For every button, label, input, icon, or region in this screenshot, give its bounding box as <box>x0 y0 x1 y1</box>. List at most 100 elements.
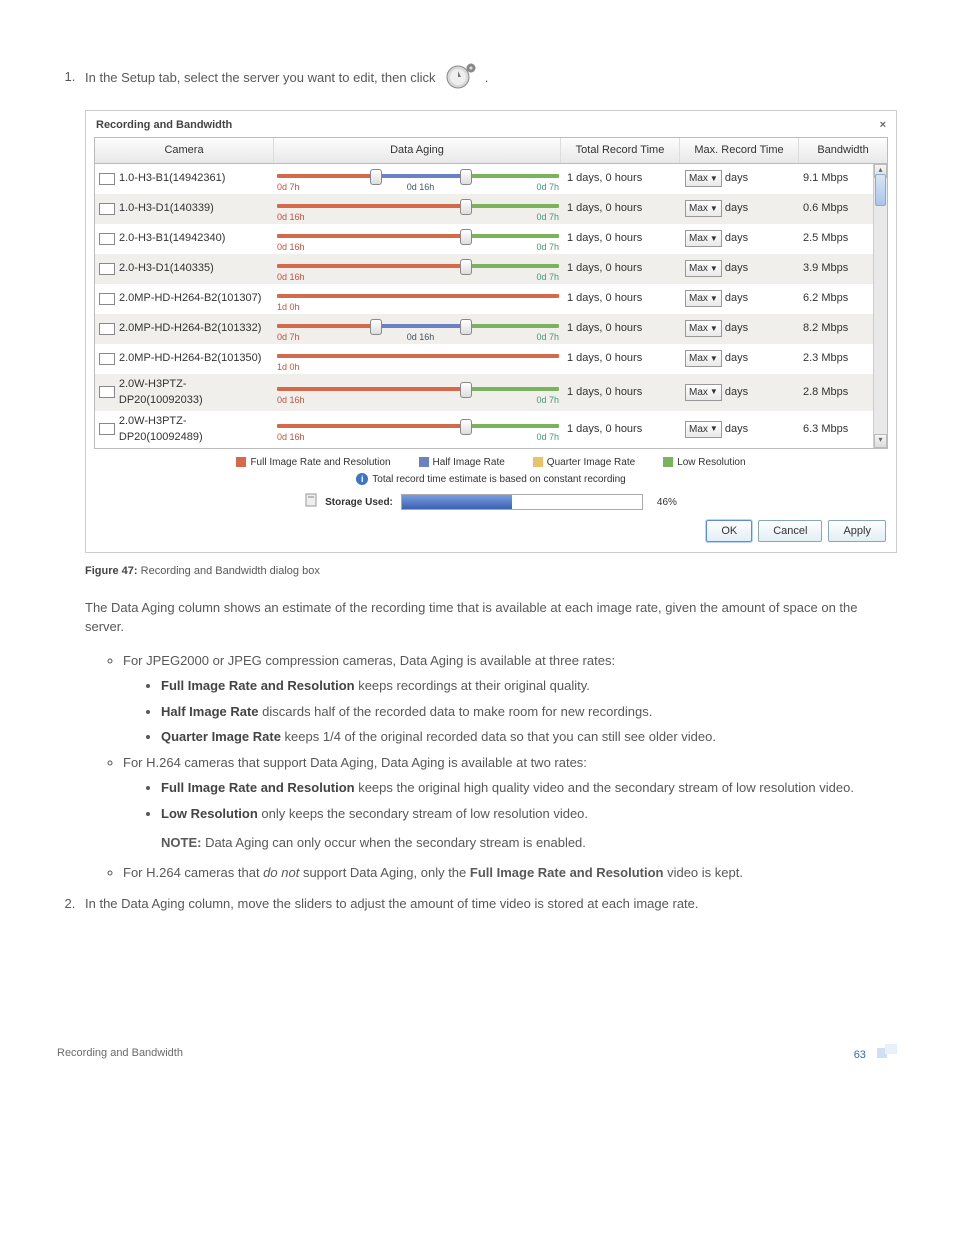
slider-thumb[interactable] <box>460 259 472 275</box>
ok-button[interactable]: OK <box>706 520 752 543</box>
camera-icon <box>99 423 115 435</box>
data-aging-slider[interactable]: 0d 7h0d 16h0d 7h <box>277 318 559 340</box>
swatch-full-icon <box>236 457 246 467</box>
camera-name: 1.0-H3-B1(14942361) <box>119 170 225 187</box>
table-row: 2.0-H3-D1(140335) 0d 16h0d 7h1 days, 0 ho… <box>95 254 887 284</box>
data-aging-slider[interactable]: 1d 0h <box>277 348 559 370</box>
max-record-unit: days <box>725 260 748 277</box>
table-row: 2.0MP-HD-H264-B2(101332) 0d 7h0d 16h0d 7h… <box>95 314 887 344</box>
data-aging-slider[interactable]: 0d 16h0d 7h <box>277 381 559 403</box>
dialog-title: Recording and Bandwidth <box>96 117 232 134</box>
camera-icon <box>99 263 115 275</box>
storage-progressbar <box>401 494 643 510</box>
max-record-dropdown[interactable]: Max▼ <box>685 170 722 187</box>
camera-name: 2.0MP-HD-H264-B2(101332) <box>119 320 261 337</box>
server-settings-icon <box>443 60 477 96</box>
slider-thumb[interactable] <box>460 382 472 398</box>
camera-name: 2.0MP-HD-H264-B2(101350) <box>119 350 261 367</box>
data-aging-slider[interactable]: 0d 16h0d 7h <box>277 198 559 220</box>
camera-icon <box>99 233 115 245</box>
camera-icon <box>99 386 115 398</box>
chevron-down-icon: ▼ <box>710 233 718 245</box>
max-record-dropdown[interactable]: Max▼ <box>685 421 722 438</box>
max-record-unit: days <box>725 320 748 337</box>
chevron-down-icon: ▼ <box>710 353 718 365</box>
slider-thumb[interactable] <box>460 169 472 185</box>
col-total-record-time: Total Record Time <box>560 138 679 163</box>
max-record-unit: days <box>725 421 748 438</box>
chevron-down-icon: ▼ <box>710 386 718 398</box>
total-record-time: 1 days, 0 hours <box>563 290 681 307</box>
slider-thumb[interactable] <box>370 319 382 335</box>
data-aging-slider[interactable]: 0d 16h0d 7h <box>277 418 559 440</box>
total-record-time: 1 days, 0 hours <box>563 260 681 277</box>
disk-icon <box>305 493 317 512</box>
slider-thumb[interactable] <box>460 319 472 335</box>
camera-name: 2.0W-H3PTZ-DP20(10092033) <box>119 376 269 409</box>
camera-icon <box>99 323 115 335</box>
chevron-down-icon: ▼ <box>710 203 718 215</box>
max-record-dropdown[interactable]: Max▼ <box>685 230 722 247</box>
slider-thumb[interactable] <box>460 419 472 435</box>
total-record-time: 1 days, 0 hours <box>563 320 681 337</box>
table-header: Camera Data Aging Total Record Time Max.… <box>94 137 888 164</box>
data-aging-slider[interactable]: 0d 7h0d 16h0d 7h <box>277 168 559 190</box>
max-record-dropdown[interactable]: Max▼ <box>685 384 722 401</box>
chevron-down-icon: ▼ <box>710 263 718 275</box>
col-camera: Camera <box>95 138 273 163</box>
table-row: 2.0W-H3PTZ-DP20(10092033) 0d 16h0d 7h1 da… <box>95 374 887 411</box>
total-record-time: 1 days, 0 hours <box>563 350 681 367</box>
paragraph-data-aging: The Data Aging column shows an estimate … <box>85 598 897 637</box>
list-item: Full Image Rate and Resolution keeps rec… <box>161 676 897 696</box>
cancel-button[interactable]: Cancel <box>758 520 822 543</box>
chevron-down-icon: ▼ <box>710 173 718 185</box>
step-1: In the Setup tab, select the server you … <box>79 60 897 882</box>
data-aging-slider[interactable]: 0d 16h0d 7h <box>277 258 559 280</box>
legend: Full Image Rate and Resolution Half Imag… <box>94 455 888 470</box>
apply-button[interactable]: Apply <box>828 520 886 543</box>
table-row: 2.0MP-HD-H264-B2(101307) 1d 0h1 days, 0 h… <box>95 284 887 314</box>
chevron-down-icon: ▼ <box>710 423 718 435</box>
bullet-h264-unsupported: For H.264 cameras that do not support Da… <box>123 863 897 883</box>
max-record-unit: days <box>725 290 748 307</box>
slider-thumb[interactable] <box>460 229 472 245</box>
col-bandwidth: Bandwidth <box>798 138 887 163</box>
max-record-dropdown[interactable]: Max▼ <box>685 290 722 307</box>
step1-text-post: . <box>485 70 489 85</box>
data-aging-slider[interactable]: 1d 0h <box>277 288 559 310</box>
max-record-dropdown[interactable]: Max▼ <box>685 200 722 217</box>
list-item: Half Image Rate discards half of the rec… <box>161 702 897 722</box>
camera-name: 2.0-H3-B1(14942340) <box>119 230 225 247</box>
swatch-quarter-icon <box>533 457 543 467</box>
max-record-dropdown[interactable]: Max▼ <box>685 350 722 367</box>
camera-name: 2.0-H3-D1(140335) <box>119 260 214 277</box>
vertical-scrollbar[interactable]: ▴ ▾ <box>873 164 887 448</box>
max-record-dropdown[interactable]: Max▼ <box>685 320 722 337</box>
camera-icon <box>99 353 115 365</box>
total-record-time: 1 days, 0 hours <box>563 384 681 401</box>
data-aging-slider[interactable]: 0d 16h0d 7h <box>277 228 559 250</box>
figure-caption: Figure 47: Recording and Bandwidth dialo… <box>85 563 897 580</box>
recording-bandwidth-dialog: Recording and Bandwidth × Camera Data Ag… <box>85 110 897 554</box>
note: NOTE: Data Aging can only occur when the… <box>161 833 897 853</box>
scroll-down-icon[interactable]: ▾ <box>874 434 887 448</box>
max-record-unit: days <box>725 384 748 401</box>
table-row: 2.0-H3-B1(14942340) 0d 16h0d 7h1 days, 0 … <box>95 224 887 254</box>
page-number: 63 <box>854 1049 866 1061</box>
max-record-dropdown[interactable]: Max▼ <box>685 260 722 277</box>
close-icon[interactable]: × <box>880 117 886 134</box>
bullet-h264-supported: For H.264 cameras that support Data Agin… <box>123 753 897 853</box>
table-row: 1.0-H3-B1(14942361)0d 7h0d 16h0d 7h1 day… <box>95 164 887 194</box>
list-item: Full Image Rate and Resolution keeps the… <box>161 778 897 798</box>
slider-thumb[interactable] <box>460 199 472 215</box>
table-row: 2.0MP-HD-H264-B2(101350) 1d 0h1 days, 0 h… <box>95 344 887 374</box>
slider-thumb[interactable] <box>370 169 382 185</box>
chevron-down-icon: ▼ <box>710 323 718 335</box>
total-record-time: 1 days, 0 hours <box>563 230 681 247</box>
swatch-half-icon <box>419 457 429 467</box>
page-corner-icon <box>877 1044 897 1058</box>
camera-name: 2.0MP-HD-H264-B2(101307) <box>119 290 261 307</box>
max-record-unit: days <box>725 170 748 187</box>
table-row: 1.0-H3-D1(140339)0d 16h0d 7h1 days, 0 ho… <box>95 194 887 224</box>
scrollbar-thumb[interactable] <box>875 174 886 206</box>
